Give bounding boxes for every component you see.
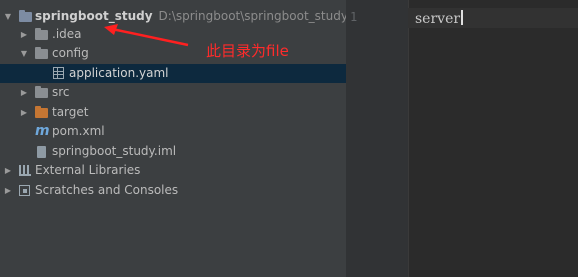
code-editor[interactable]: 1 server bbox=[346, 0, 578, 277]
project-tool-window: ▼ springboot_study D:\springboot\springbo… bbox=[0, 0, 348, 277]
line-number: 1 bbox=[350, 10, 358, 24]
annotation-arrow-icon bbox=[104, 24, 189, 47]
annotation-text: 此目录为file bbox=[206, 42, 289, 60]
text-caret bbox=[461, 10, 464, 25]
line-gutter: 1 bbox=[346, 0, 409, 277]
code-line[interactable]: server bbox=[415, 10, 464, 27]
